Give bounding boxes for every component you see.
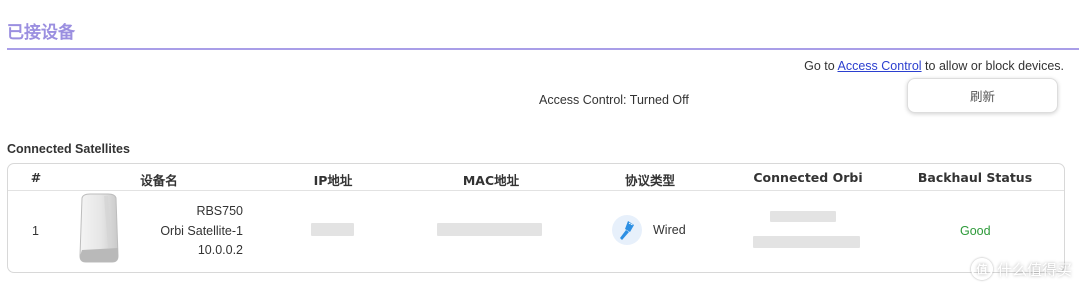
title-divider: [7, 48, 1079, 50]
access-note-suffix: to allow or block devices.: [925, 59, 1064, 73]
satellites-table: # 设备名 IP地址 MAC地址 协议类型 Connected Orbi Bac…: [7, 163, 1065, 273]
column-header-device-name: 设备名: [140, 173, 178, 188]
connected-orbi-redacted-line-2: [753, 236, 860, 248]
satellite-device-image: [79, 193, 119, 263]
ethernet-cable-icon: [612, 215, 642, 245]
device-info: RBS750 Orbi Satellite-1 10.0.0.2: [138, 202, 243, 261]
watermark-logo-icon: 值: [970, 258, 993, 280]
column-header-connected-orbi: Connected Orbi: [753, 170, 863, 185]
device-model: RBS750: [196, 204, 243, 218]
mac-address-redacted: [437, 223, 542, 236]
table-header-divider: [8, 190, 1064, 191]
refresh-button[interactable]: 刷新: [907, 78, 1058, 113]
device-firmware: 10.0.0.2: [197, 243, 243, 257]
column-header-mac: MAC地址: [462, 173, 520, 188]
section-title: Connected Satellites: [7, 142, 130, 156]
watermark: 值 什么值得买: [970, 258, 1072, 280]
connected-orbi-redacted-line-1: [770, 211, 836, 222]
column-header-protocol: 协议类型: [624, 173, 676, 188]
page-title: 已接设备: [7, 23, 75, 43]
access-control-link[interactable]: Access Control: [838, 59, 922, 73]
access-control-status: Access Control: Turned Off: [539, 93, 689, 107]
column-header-index: #: [30, 170, 42, 185]
ip-address-redacted: [311, 223, 354, 236]
watermark-text: 什么值得买: [996, 260, 1072, 279]
device-name: Orbi Satellite-1: [160, 223, 243, 238]
access-control-note: Go to Access Control to allow or block d…: [804, 59, 1064, 73]
backhaul-status-badge: Good: [960, 224, 991, 238]
access-note-prefix: Go to: [804, 59, 835, 73]
protocol-type: Wired: [653, 223, 686, 237]
column-header-backhaul-status: Backhaul Status: [917, 170, 1033, 185]
column-header-ip: IP地址: [313, 173, 353, 188]
row-index: 1: [32, 224, 39, 238]
